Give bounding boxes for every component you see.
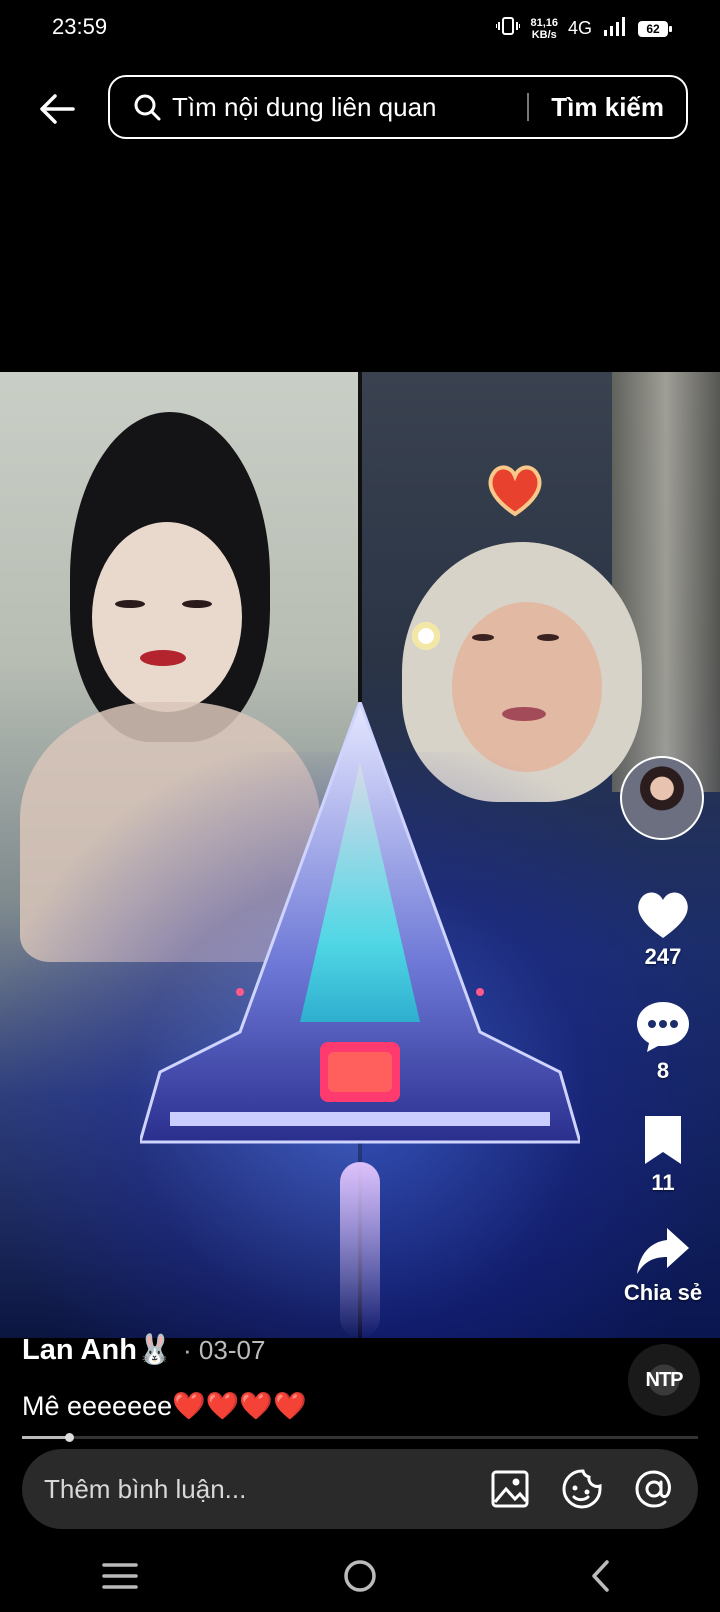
signal-icon (602, 16, 628, 41)
save-count: 11 (651, 1170, 675, 1195)
video-progress-bar[interactable] (22, 1433, 698, 1442)
back-button[interactable] (30, 82, 84, 136)
menu-icon[interactable] (90, 1551, 150, 1601)
sticker-icon[interactable] (560, 1467, 604, 1511)
comment-button[interactable]: 8 (618, 1000, 708, 1084)
share-label: Chia sẻ (623, 1280, 703, 1305)
search-input[interactable]: Tìm nội dung liên quan (172, 92, 527, 123)
share-arrow-icon (637, 1228, 689, 1274)
video-progress-handle[interactable] (65, 1433, 75, 1442)
search-icon (130, 90, 164, 124)
comment-input[interactable]: Thêm bình luận... (44, 1474, 460, 1505)
vibrate-icon (495, 16, 522, 41)
author-row: Lan Anh🐰 · 03-07 (22, 1333, 265, 1367)
network-speed: 81,16 KB/s (530, 17, 558, 41)
battery-indicator: 62 (638, 20, 672, 37)
system-nav-bar (0, 1540, 720, 1612)
bookmark-icon (645, 1116, 681, 1164)
status-indicators: 81,16 KB/s 4G 62 (495, 16, 672, 41)
author-name[interactable]: Lan Anh🐰 (22, 1333, 173, 1367)
thruster-flame (340, 1162, 380, 1338)
search-bar[interactable]: Tìm nội dung liên quan Tìm kiếm (108, 75, 688, 139)
home-icon[interactable] (330, 1551, 390, 1601)
creator-avatar[interactable] (620, 756, 704, 840)
arrow-left-icon (40, 94, 75, 124)
post-caption: Mê eeeeeee❤️❤️❤️❤️ (22, 1391, 307, 1421)
spaceship-gift-effect (140, 702, 580, 1144)
image-icon[interactable] (488, 1467, 532, 1511)
at-sign-icon[interactable] (632, 1467, 676, 1511)
comment-bar[interactable]: Thêm bình luận... (22, 1449, 698, 1529)
network-speed-unit: KB/s (531, 28, 557, 41)
comment-count: 8 (656, 1058, 670, 1083)
network-type: 4G (567, 18, 592, 38)
like-button[interactable]: 247 (618, 888, 708, 970)
network-speed-value: 81,16 (530, 16, 558, 29)
heart-icon (638, 892, 688, 938)
music-disc[interactable]: NTP (628, 1344, 700, 1416)
video-player[interactable] (0, 372, 720, 1338)
search-button[interactable]: Tìm kiếm (551, 92, 664, 123)
status-bar: 23:59 81,16 KB/s 4G 62 (0, 0, 720, 60)
like-count: 247 (644, 944, 682, 969)
back-nav-icon[interactable] (570, 1551, 630, 1601)
share-button[interactable]: Chia sẻ (618, 1226, 708, 1306)
search-divider (527, 93, 530, 121)
floating-heart-icon (488, 465, 542, 517)
save-button[interactable]: 11 (618, 1114, 708, 1196)
status-time: 23:59 (52, 14, 108, 39)
video-progress-fill (22, 1436, 70, 1439)
chat-bubble-icon (637, 1002, 689, 1052)
post-date: · 03-07 (183, 1334, 266, 1365)
